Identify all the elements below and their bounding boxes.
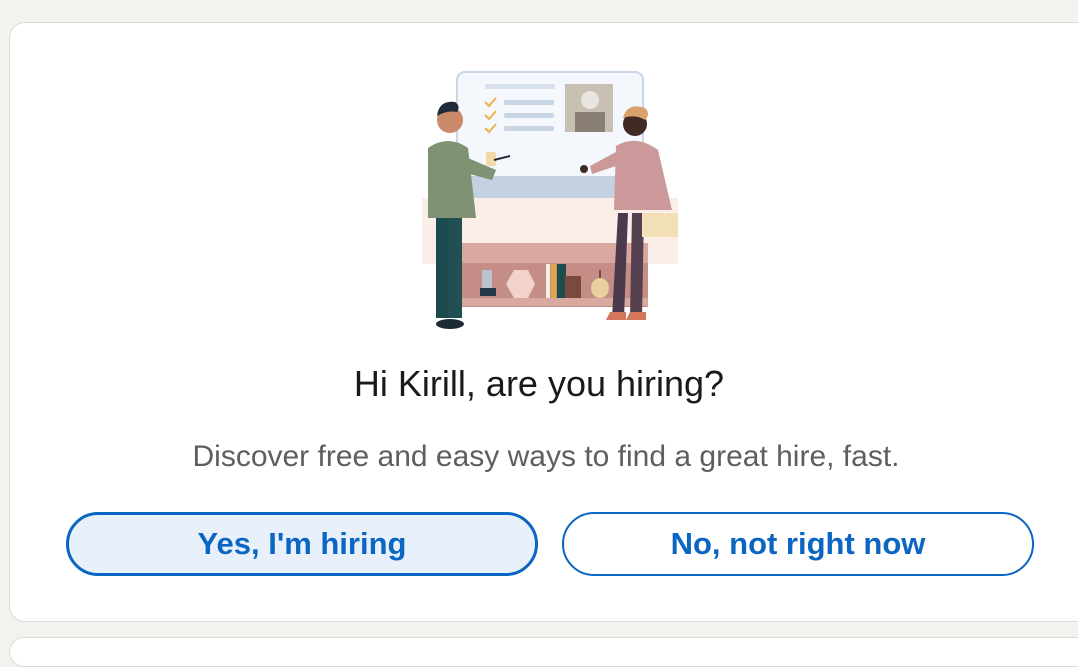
page-title: Hi Kirill, are you hiring? <box>353 363 725 404</box>
hiring-subtitle: Discover free and easy ways to find a gr… <box>192 440 900 473</box>
yes-hiring-button[interactable]: Yes, I'm hiring <box>66 512 538 576</box>
not-right-now-button[interactable]: No, not right now <box>562 512 1034 576</box>
hiring-illustration-icon <box>422 71 678 329</box>
next-card <box>9 637 1078 667</box>
